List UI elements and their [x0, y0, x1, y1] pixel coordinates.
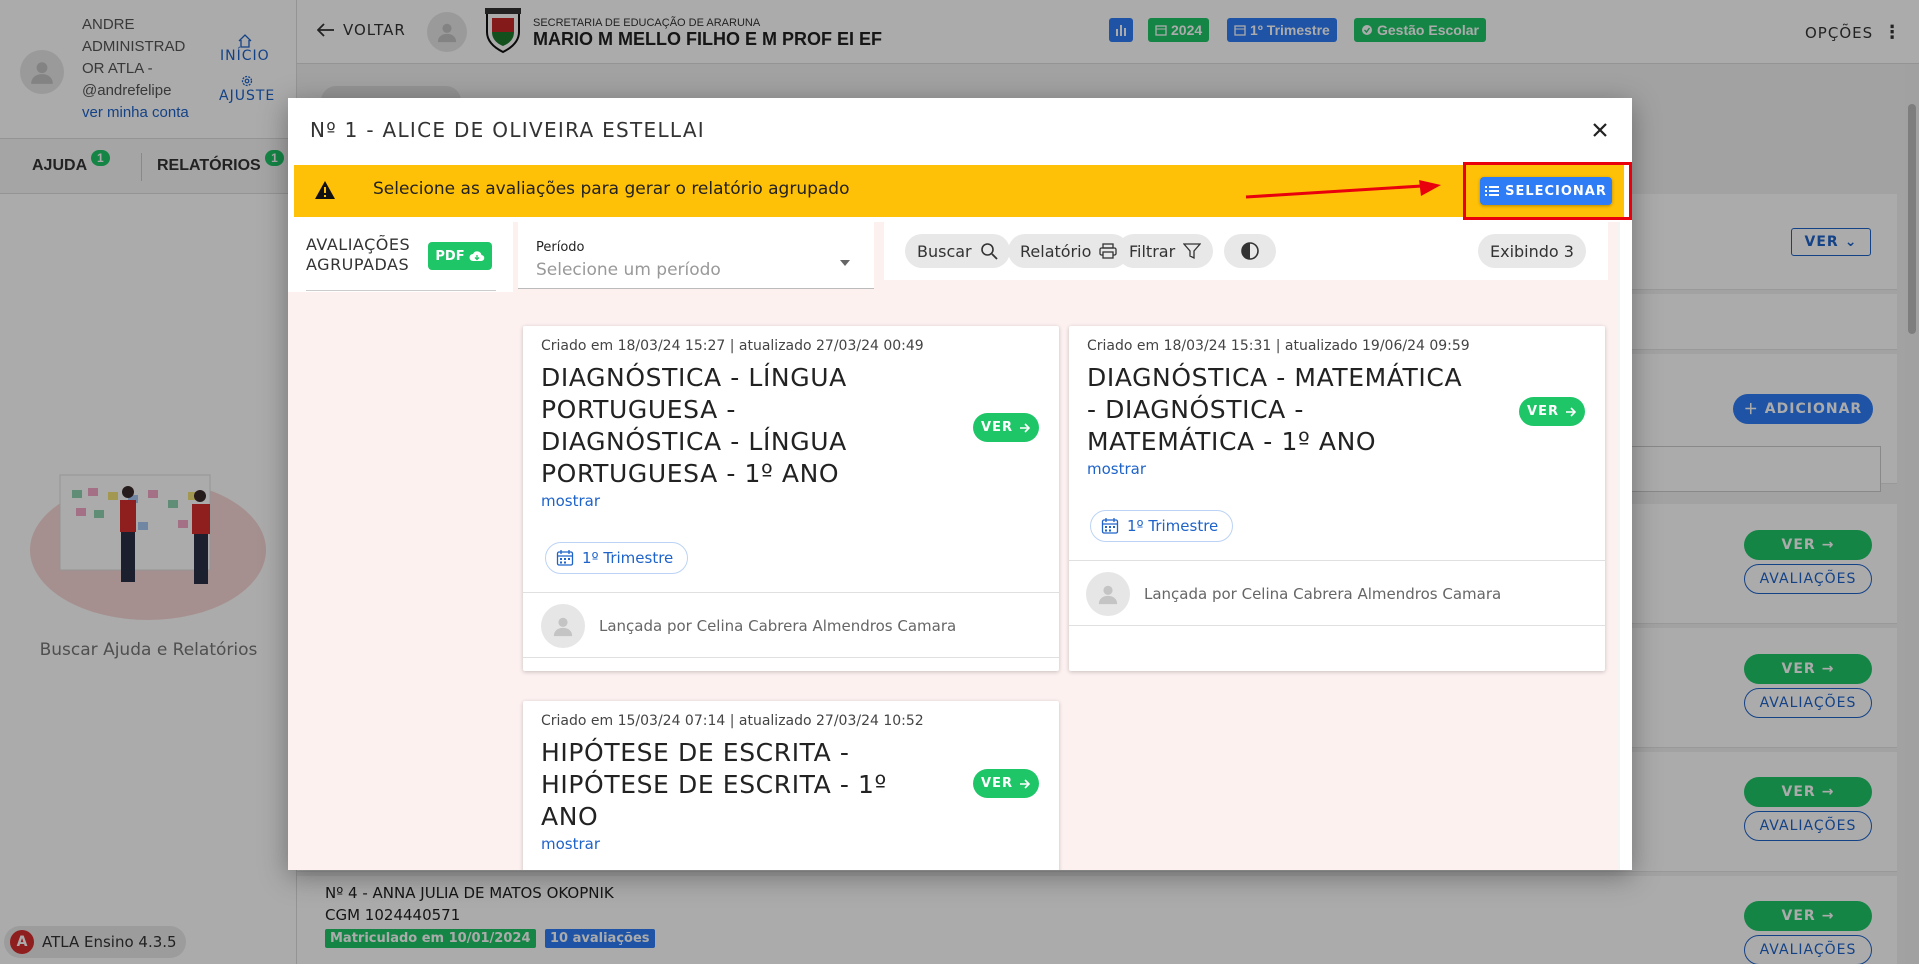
evaluation-card: Criado em 15/03/24 07:14 | atualizado 27…	[523, 701, 1059, 870]
card-title-line: DIAGNÓSTICA - LÍNGUA	[541, 363, 847, 392]
select-button[interactable]: SELECIONAR	[1480, 177, 1612, 205]
show-more-link[interactable]: mostrar	[541, 835, 600, 853]
card-title-line: ANO	[541, 802, 599, 831]
period-label: Período	[536, 240, 585, 255]
term-chip-label: 1º Trimestre	[1127, 517, 1219, 535]
list-icon	[1485, 186, 1500, 196]
select-label: SELECIONAR	[1505, 183, 1607, 199]
contrast-icon	[1241, 242, 1259, 260]
modal-title: Nº 1 - ALICE DE OLIVEIRA ESTELLAI	[310, 118, 706, 142]
grouped-label: AVALIAÇÕES AGRUPADAS	[306, 235, 410, 275]
filter-button[interactable]: Filtrar	[1117, 234, 1214, 268]
author-avatar	[1086, 572, 1130, 616]
filter-label: Filtrar	[1129, 241, 1176, 261]
calendar-icon	[556, 550, 574, 566]
cloud-download-icon	[469, 251, 484, 262]
modal-scrollbar[interactable]: ▲ ▼	[1618, 222, 1620, 870]
report-button[interactable]: Relatório	[1008, 234, 1130, 268]
card-title-line: - DIAGNÓSTICA -	[1087, 395, 1305, 424]
card-title: DIAGNÓSTICA - MATEMÁTICA - DIAGNÓSTICA -…	[1087, 362, 1462, 458]
author-label: Lançada por Celina Cabrera Almendros Cam…	[599, 617, 957, 635]
close-icon	[1593, 123, 1607, 137]
grouped-panel: AVALIAÇÕES AGRUPADAS PDF	[288, 222, 513, 292]
term-chip-label: 1º Trimestre	[582, 549, 674, 567]
card-title-line: MATEMÁTICA - 1º ANO	[1087, 427, 1377, 456]
card-ver-button[interactable]: VER	[973, 769, 1039, 798]
grouped-underline	[306, 290, 496, 291]
pdf-label: PDF	[435, 248, 465, 264]
search-label: Buscar	[917, 241, 972, 261]
period-select[interactable]: Período Selecione um período	[518, 222, 874, 289]
card-meta: Criado em 18/03/24 15:31 | atualizado 19…	[1087, 338, 1470, 354]
card-divider	[1069, 625, 1605, 626]
card-title-line: DIAGNÓSTICA - LÍNGUA	[541, 427, 847, 456]
warning-banner: Selecione as avaliações para gerar o rel…	[294, 162, 1632, 220]
author-label: Lançada por Celina Cabrera Almendros Cam…	[1144, 585, 1502, 603]
funnel-icon	[1183, 243, 1202, 260]
card-author: Lançada por Celina Cabrera Almendros Cam…	[541, 604, 956, 648]
card-ver-label: VER	[981, 420, 1013, 435]
author-avatar	[541, 604, 585, 648]
card-ver-button[interactable]: VER	[1519, 397, 1585, 426]
calendar-icon	[1101, 518, 1119, 534]
card-divider	[523, 657, 1059, 658]
show-more-link[interactable]: mostrar	[1087, 460, 1146, 478]
showing-count-label: Exibindo 3	[1490, 241, 1574, 261]
warning-text: Selecione as avaliações para gerar o rel…	[373, 179, 850, 199]
card-divider	[523, 592, 1059, 593]
search-button[interactable]: Buscar	[905, 234, 1010, 268]
card-title-line: HIPÓTESE DE ESCRITA -	[541, 738, 850, 767]
warning-icon	[315, 181, 335, 199]
person-icon	[1098, 585, 1118, 605]
annotation-arrow-icon	[1245, 180, 1441, 199]
report-label: Relatório	[1020, 241, 1092, 261]
search-icon	[980, 243, 998, 260]
dropdown-arrow-icon	[840, 260, 850, 266]
card-title: DIAGNÓSTICA - LÍNGUA PORTUGUESA - DIAGNÓ…	[541, 362, 847, 490]
card-ver-button[interactable]: VER	[973, 413, 1039, 442]
card-divider	[1069, 560, 1605, 561]
card-ver-label: VER	[981, 776, 1013, 791]
grouped-label-line: AGRUPADAS	[306, 255, 410, 274]
printer-icon	[1099, 243, 1118, 259]
card-meta: Criado em 18/03/24 15:27 | atualizado 27…	[541, 338, 924, 354]
term-chip: 1º Trimestre	[545, 542, 689, 574]
modal-body: AVALIAÇÕES AGRUPADAS PDF Período Selecio…	[288, 222, 1620, 870]
evaluations-toolbar: Buscar Relatório Filtrar Exibindo 3	[884, 222, 1608, 280]
contrast-toggle[interactable]	[1224, 234, 1276, 268]
grouped-label-line: AVALIAÇÕES	[306, 235, 411, 254]
arrow-right-icon	[1019, 778, 1031, 789]
card-title-line: PORTUGUESA - 1º ANO	[541, 459, 840, 488]
showing-count-badge: Exibindo 3	[1478, 234, 1586, 268]
evaluation-card: Criado em 18/03/24 15:31 | atualizado 19…	[1069, 326, 1605, 671]
close-button[interactable]	[1588, 118, 1612, 142]
show-more-link[interactable]: mostrar	[541, 492, 600, 510]
card-title-line: DIAGNÓSTICA - MATEMÁTICA	[1087, 363, 1463, 392]
card-title: HIPÓTESE DE ESCRITA - HIPÓTESE DE ESCRIT…	[541, 737, 887, 833]
card-title-line: HIPÓTESE DE ESCRITA - 1º	[541, 770, 887, 799]
card-meta: Criado em 15/03/24 07:14 | atualizado 27…	[541, 713, 924, 729]
period-placeholder: Selecione um período	[536, 260, 721, 280]
arrow-right-icon	[1019, 422, 1031, 433]
student-evaluations-modal: Nº 1 - ALICE DE OLIVEIRA ESTELLAI Seleci…	[288, 98, 1632, 870]
card-title-line: PORTUGUESA -	[541, 395, 736, 424]
person-icon	[553, 617, 573, 637]
arrow-right-icon	[1565, 406, 1577, 417]
pdf-button[interactable]: PDF	[428, 242, 492, 270]
evaluation-card: Criado em 18/03/24 15:27 | atualizado 27…	[523, 326, 1059, 671]
card-ver-label: VER	[1527, 404, 1559, 419]
term-chip: 1º Trimestre	[1090, 510, 1234, 542]
card-author: Lançada por Celina Cabrera Almendros Cam…	[1086, 572, 1501, 616]
